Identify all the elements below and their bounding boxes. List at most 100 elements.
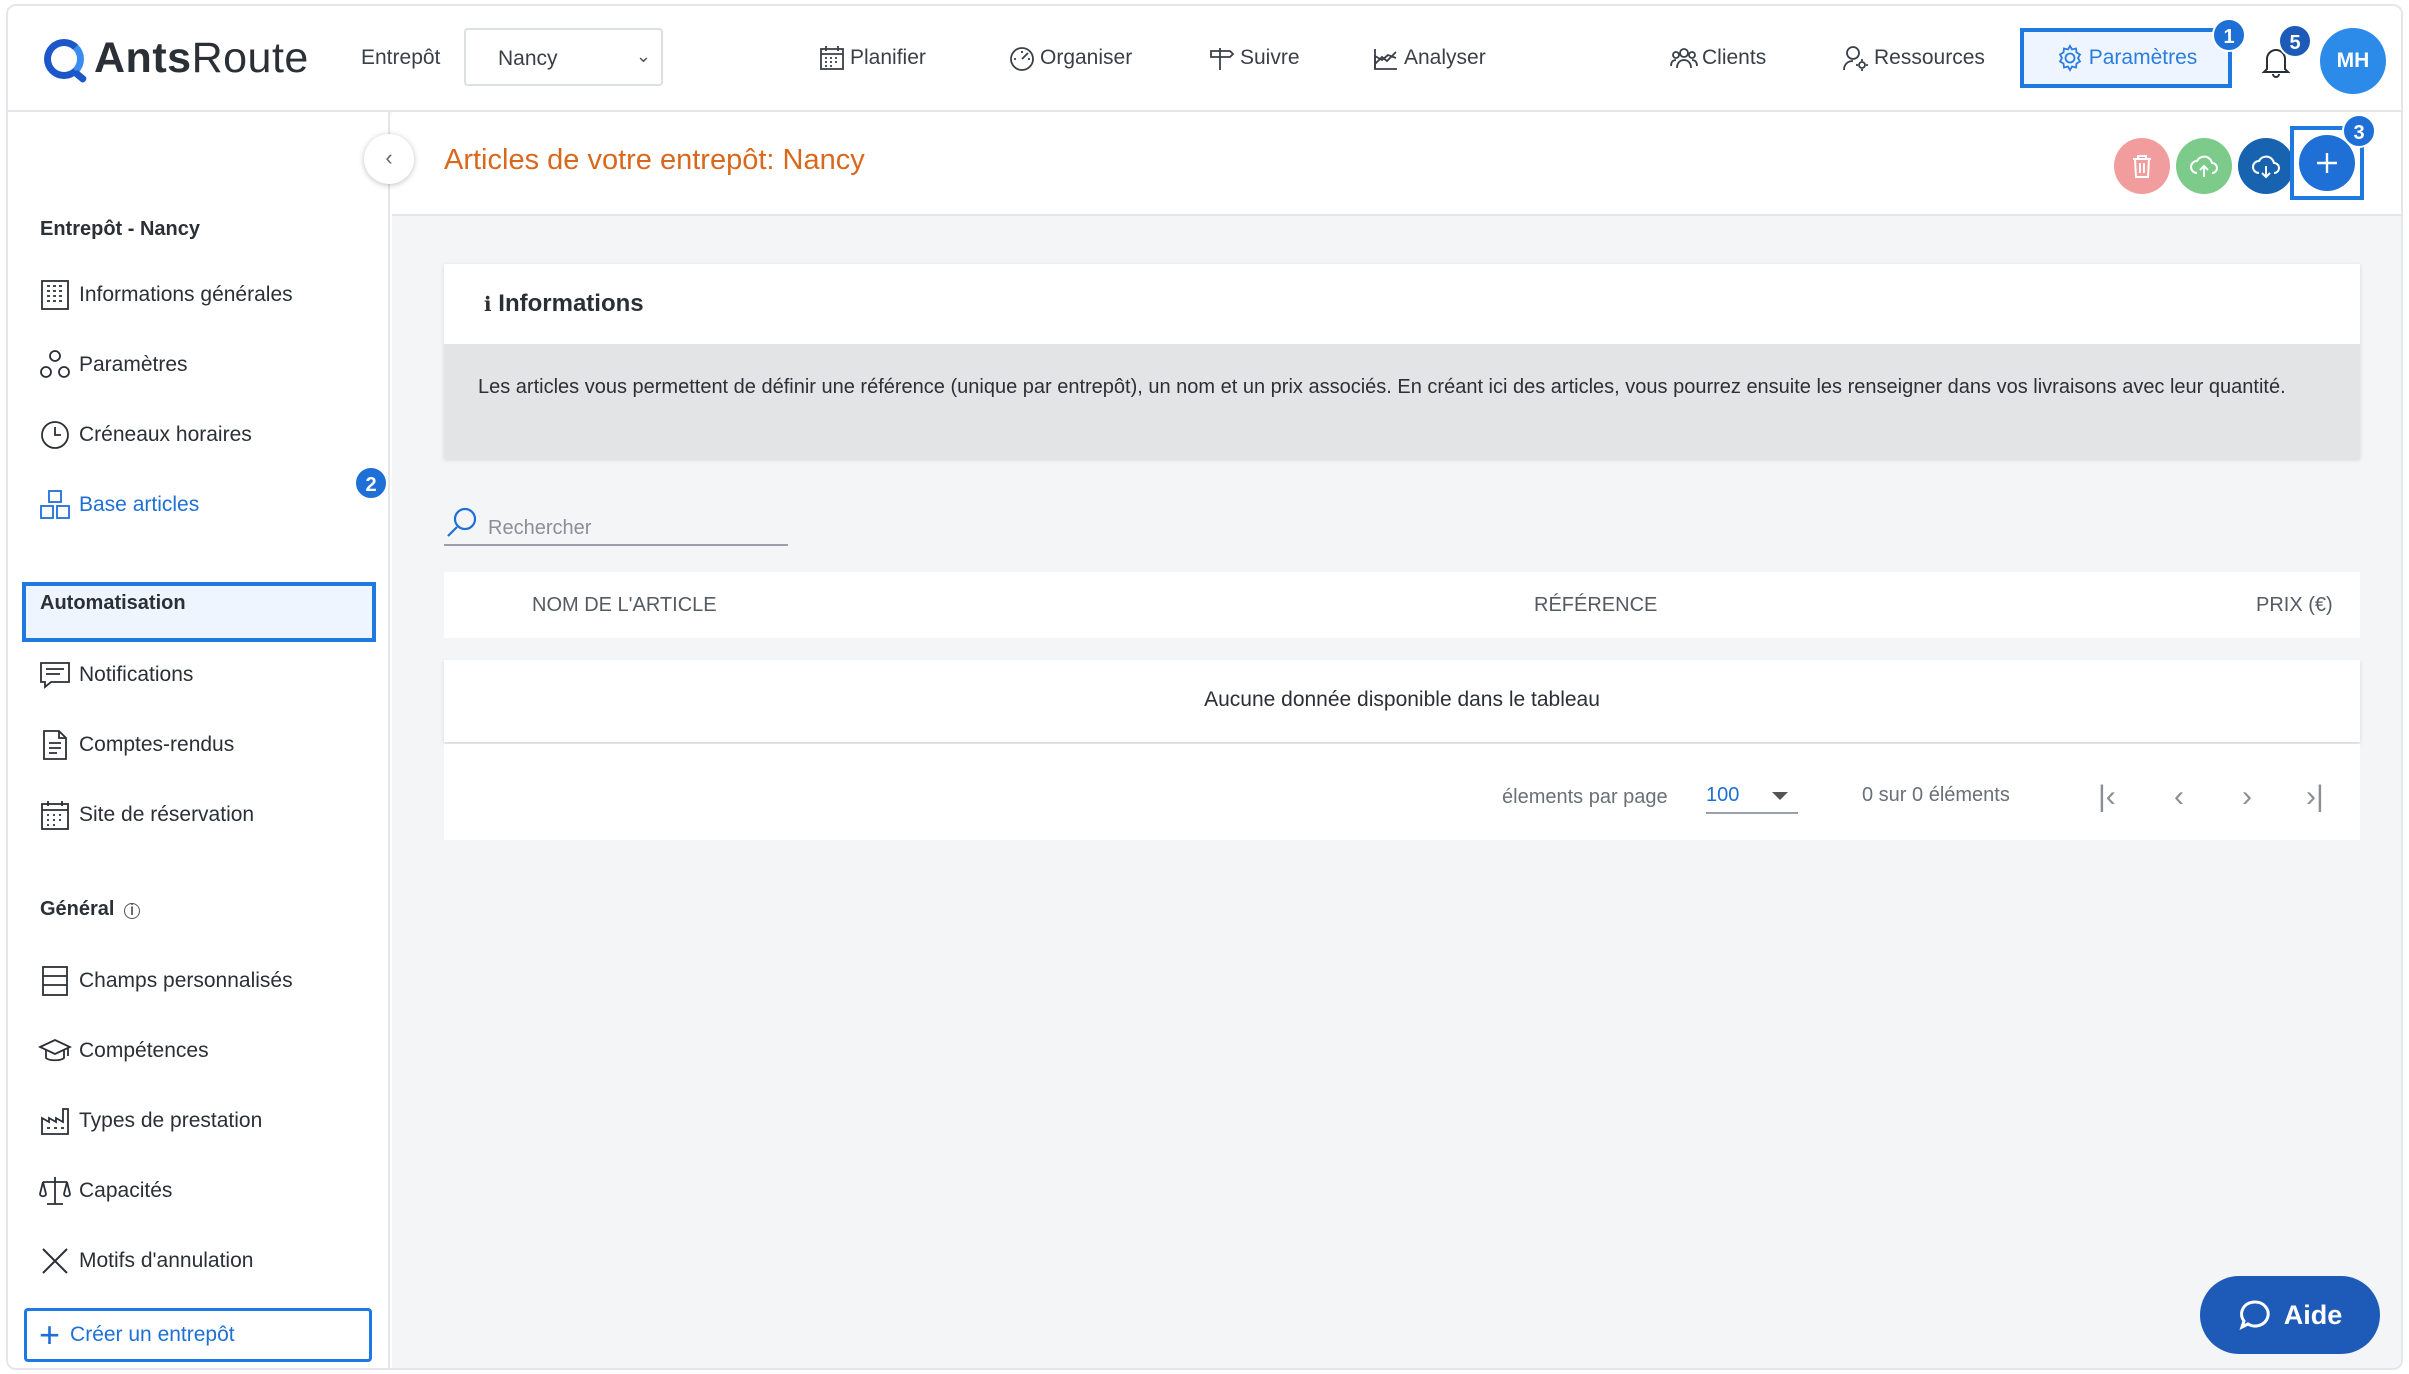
page-title: Articles de votre entrepôt: Nancy: [444, 144, 865, 176]
nav-analyser-label: Analyser: [1404, 46, 1486, 69]
user-avatar[interactable]: MH: [2320, 28, 2386, 94]
sidebar-item-label: Base articles: [79, 493, 200, 516]
sidebar-item-champs-personnalises[interactable]: Champs personnalisés: [38, 964, 293, 998]
plus-icon: [2317, 153, 2337, 173]
info-card-text: Les articles vous permettent de définir …: [444, 344, 2360, 459]
top-navigation-bar: AntsRoute Entrepôt Nancy ⌄ Planifier Org…: [8, 6, 2401, 112]
sidebar-item-label: Compétences: [79, 1039, 209, 1062]
sidebar-item-label: Paramètres: [79, 353, 188, 376]
sidebar-item-label: Motifs d'annulation: [79, 1249, 254, 1272]
warehouse-select-value: Nancy: [498, 47, 558, 70]
notification-count-badge: 5: [2278, 24, 2312, 58]
sidebar-section-automation: Automatisation: [40, 592, 186, 614]
export-button[interactable]: [2238, 138, 2294, 194]
logo-icon: [44, 38, 84, 79]
close-icon: [42, 1248, 68, 1274]
sidebar-item-types-prestation[interactable]: Types de prestation: [38, 1104, 262, 1138]
search-input[interactable]: Rechercher: [488, 517, 591, 540]
annotation-marker-2: 2: [354, 466, 388, 500]
per-page-label: élements par page: [1502, 786, 1668, 808]
sidebar-item-base-articles[interactable]: Base articles: [38, 488, 199, 522]
warehouse-select[interactable]: Nancy ⌄: [464, 28, 663, 86]
sidebar-item-general-info[interactable]: Informations générales: [38, 278, 293, 312]
signpost-icon: [1210, 48, 1235, 70]
nav-clients[interactable]: Clients: [1670, 44, 1766, 72]
clock-icon: [41, 421, 69, 449]
import-button[interactable]: [2176, 138, 2232, 194]
calendar-icon: [820, 46, 844, 70]
boxes-icon: [40, 490, 70, 519]
users-icon: [1670, 48, 1698, 69]
next-page-icon[interactable]: ›: [2242, 780, 2252, 814]
nodes-icon: [40, 350, 70, 378]
warehouse-label: Entrepôt: [361, 46, 441, 69]
collapse-sidebar-button[interactable]: ‹: [364, 134, 414, 184]
sidebar-item-competences[interactable]: Compétences: [38, 1034, 209, 1068]
chart-icon: [1374, 49, 1397, 70]
search-icon: [447, 507, 477, 537]
nav-ressources[interactable]: Ressources: [1842, 44, 1985, 72]
sidebar-item-comptes-rendus[interactable]: Comptes-rendus: [38, 728, 234, 762]
table-pagination: élements par page 100 0 sur 0 éléments |…: [444, 744, 2360, 840]
message-icon: [40, 662, 70, 689]
sidebar-item-site-reservation[interactable]: Site de réservation: [38, 798, 254, 832]
last-page-icon[interactable]: ›|: [2306, 780, 2324, 814]
list-fields-icon: [42, 966, 68, 996]
factory-icon: [41, 1108, 69, 1135]
sidebar-item-capacites[interactable]: Capacités: [38, 1174, 172, 1208]
speedometer-icon: [1010, 47, 1034, 71]
nav-suivre[interactable]: Suivre: [1208, 44, 1300, 72]
sidebar-item-creneaux[interactable]: Créneaux horaires: [38, 418, 252, 452]
nav-analyser[interactable]: Analyser: [1372, 44, 1486, 72]
logo-text: AntsRoute: [94, 34, 309, 82]
create-warehouse-button[interactable]: + Créer un entrepôt: [24, 1308, 372, 1362]
sidebar-section-general: Général i: [40, 898, 141, 921]
column-header-name[interactable]: NOM DE L'ARTICLE: [532, 594, 717, 617]
chat-bubble-icon: [2239, 1300, 2270, 1330]
info-icon: ℹ: [484, 294, 492, 316]
document-icon: [43, 730, 67, 760]
table-empty-row: Aucune donnée disponible dans le tableau: [444, 660, 2360, 742]
column-header-price[interactable]: PRIX (€): [2256, 594, 2333, 617]
user-settings-icon: [1843, 46, 1868, 71]
sidebar-item-label: Notifications: [79, 663, 194, 686]
prev-page-icon[interactable]: ‹: [2174, 780, 2184, 814]
scale-icon: [39, 1177, 71, 1205]
chevron-down-icon: ⌄: [635, 46, 651, 66]
sidebar-item-label: Champs personnalisés: [79, 969, 293, 992]
app-logo[interactable]: AntsRoute: [44, 34, 309, 83]
nav-planifier-label: Planifier: [850, 46, 926, 69]
sidebar-item-label: Site de réservation: [79, 803, 255, 826]
column-header-reference[interactable]: RÉFÉRENCE: [1534, 594, 1657, 617]
item-count: 0 sur 0 éléments: [1862, 784, 2010, 806]
page-header: Articles de votre entrepôt: Nancy 3: [392, 112, 2401, 216]
per-page-value: 100: [1706, 784, 1740, 806]
first-page-icon[interactable]: |‹: [2098, 780, 2116, 814]
cloud-download-icon: [2252, 155, 2280, 179]
create-warehouse-label: Créer un entrepôt: [70, 1323, 235, 1346]
info-icon[interactable]: i: [124, 903, 141, 919]
help-label: Aide: [2283, 1299, 2343, 1330]
info-card-heading: ℹ Informations: [484, 290, 644, 317]
sidebar-item-motifs-annulation[interactable]: Motifs d'annulation: [38, 1244, 253, 1278]
delete-button[interactable]: [2114, 138, 2170, 194]
trash-icon: [2133, 155, 2151, 178]
sidebar-item-parametres[interactable]: Paramètres: [38, 348, 188, 382]
per-page-select[interactable]: 100: [1706, 784, 1798, 814]
calendar-icon: [41, 801, 69, 830]
nav-organiser[interactable]: Organiser: [1008, 44, 1132, 72]
search-field[interactable]: Rechercher: [444, 502, 788, 546]
sidebar-item-label: Informations générales: [79, 283, 293, 306]
settings-sidebar: Entrepôt - Nancy Informations générales …: [8, 112, 390, 1368]
cloud-upload-icon: [2190, 155, 2218, 177]
sidebar-section-warehouse: Entrepôt - Nancy: [40, 218, 201, 240]
help-button[interactable]: Aide: [2200, 1276, 2380, 1354]
annotation-marker-3: 3: [2342, 114, 2376, 148]
nav-planifier[interactable]: Planifier: [818, 44, 926, 72]
nav-clients-label: Clients: [1702, 46, 1767, 69]
nav-ressources-label: Ressources: [1874, 46, 1985, 69]
nav-parametres[interactable]: Paramètres: [2020, 28, 2232, 88]
sidebar-item-notifications[interactable]: Notifications: [38, 658, 193, 692]
caret-down-icon: [1772, 792, 1788, 800]
table-header: NOM DE L'ARTICLE RÉFÉRENCE PRIX (€): [444, 572, 2360, 638]
